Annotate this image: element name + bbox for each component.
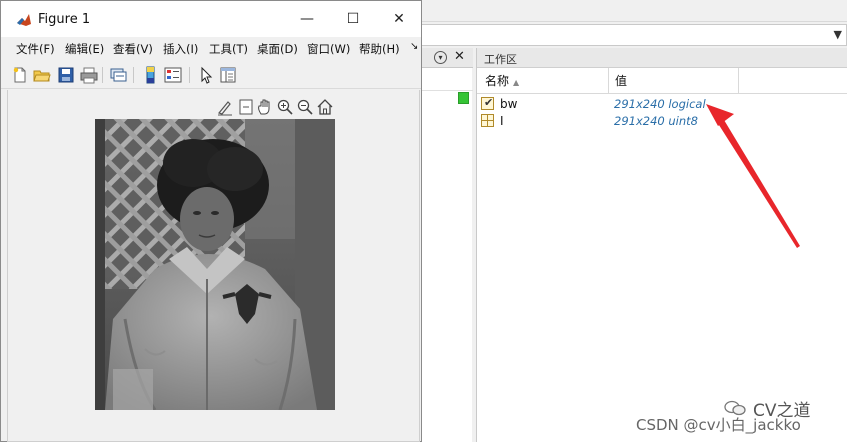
- link-plot-icon[interactable]: [109, 66, 127, 84]
- edit-plot-arrow-icon[interactable]: [197, 66, 215, 84]
- grayscale-image: [95, 119, 335, 410]
- print-icon[interactable]: [80, 66, 98, 84]
- variable-value: 291x240 logical: [614, 97, 706, 111]
- panel-menu-icon[interactable]: ▾: [434, 51, 447, 64]
- minimize-button[interactable]: —: [297, 9, 317, 29]
- pan-hand-icon[interactable]: [256, 98, 274, 116]
- workspace-title: 工作区: [484, 53, 517, 66]
- toolbar-separator: [189, 67, 190, 83]
- desktop: { "figure": { "title": "Figure 1", "menu…: [0, 0, 847, 442]
- new-figure-icon[interactable]: [11, 66, 29, 84]
- home-restore-view-icon[interactable]: [316, 98, 334, 116]
- watermark: CV之道 CSDN @cv小白_jackko: [636, 396, 844, 436]
- maximize-button[interactable]: ☐: [343, 9, 363, 29]
- status-indicator: [458, 92, 469, 104]
- figure-menubar: 文件(F) 编辑(E) 查看(V) 插入(I) 工具(T) 桌面(D) 窗口(W…: [1, 37, 421, 61]
- menu-tools[interactable]: 工具(T): [209, 41, 248, 57]
- figure-toolbar: [1, 61, 421, 89]
- zoom-out-icon[interactable]: [296, 98, 314, 116]
- toolbar-separator: [133, 67, 134, 83]
- sort-ascending-icon: ▲: [513, 78, 520, 87]
- brush-data-icon[interactable]: [216, 98, 234, 116]
- variable-name: bw: [500, 97, 518, 111]
- divider: [421, 90, 473, 91]
- zoom-in-icon[interactable]: [276, 98, 294, 116]
- command-window-panel: ▾ ✕: [420, 48, 473, 442]
- legend-icon[interactable]: [164, 66, 182, 84]
- figure-window: Figure 1 — ☐ ✕ 文件(F) 编辑(E) 查看(V) 插入(I) 工…: [0, 0, 422, 442]
- matrix-grid-icon: [481, 114, 494, 127]
- menu-desktop[interactable]: 桌面(D): [257, 41, 298, 57]
- data-tips-icon[interactable]: [237, 98, 255, 116]
- workspace-column-header: 名称 ▲ 值: [477, 68, 847, 94]
- menu-edit[interactable]: 编辑(E): [65, 41, 104, 57]
- dropdown-arrow-icon[interactable]: ▼: [834, 28, 842, 41]
- menu-file[interactable]: 文件(F): [16, 41, 55, 57]
- colorbar-icon[interactable]: [142, 66, 160, 84]
- command-window-header: ▾ ✕: [421, 48, 473, 68]
- variable-value: 291x240 uint8: [614, 114, 698, 128]
- property-inspector-icon[interactable]: [219, 66, 237, 84]
- column-value-header[interactable]: 值: [609, 68, 739, 94]
- close-button[interactable]: ✕: [389, 9, 409, 29]
- figure-canvas[interactable]: [7, 90, 420, 442]
- variable-name: I: [500, 114, 504, 128]
- menu-insert[interactable]: 插入(I): [163, 41, 198, 57]
- red-annotation-arrow: [706, 104, 800, 248]
- panel-close-icon[interactable]: ✕: [454, 49, 465, 64]
- figure-title: Figure 1: [38, 12, 91, 27]
- menu-help[interactable]: 帮助(H): [359, 41, 400, 57]
- figure-titlebar[interactable]: Figure 1 — ☐ ✕: [1, 1, 421, 37]
- watermark-credit: CSDN @cv小白_jackko: [636, 416, 801, 434]
- toolbar-separator: [102, 67, 103, 83]
- open-file-icon[interactable]: [33, 66, 51, 84]
- matlab-logo-icon: [16, 12, 32, 28]
- menu-view[interactable]: 查看(V): [113, 41, 153, 57]
- axes-toolbar: [216, 98, 346, 118]
- menu-overflow-icon[interactable]: ↘: [410, 41, 418, 52]
- workspace-header: 工作区: [477, 48, 847, 68]
- save-icon[interactable]: [57, 66, 75, 84]
- column-name-header[interactable]: 名称 ▲: [477, 68, 609, 94]
- menu-window[interactable]: 窗口(W): [307, 41, 350, 57]
- column-name-label: 名称: [485, 74, 510, 88]
- logical-check-icon: ✔: [481, 96, 494, 110]
- column-value-label: 值: [615, 74, 628, 88]
- current-folder-bar[interactable]: ▼: [420, 24, 847, 46]
